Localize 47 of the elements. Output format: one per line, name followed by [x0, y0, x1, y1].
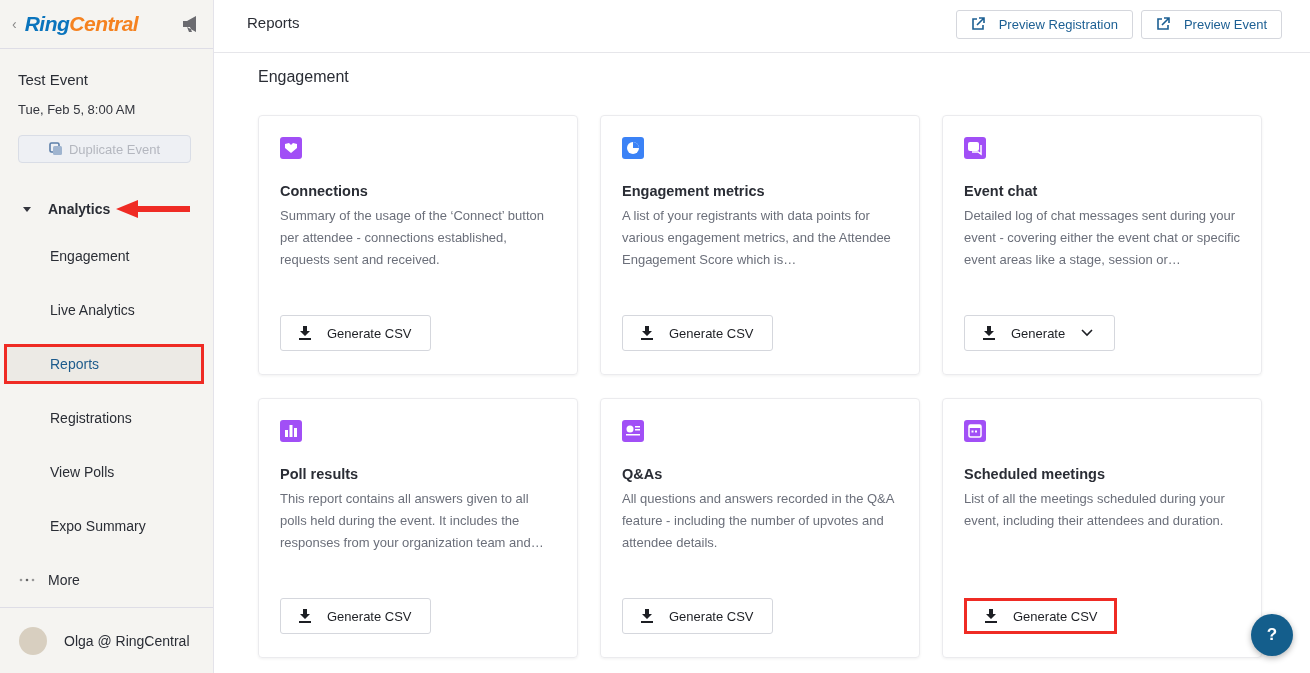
- nav-item[interactable]: Engagement: [4, 236, 204, 276]
- logo: RingCentral: [24, 12, 140, 36]
- page-title: Reports: [247, 13, 300, 31]
- event-title: Test Event: [18, 71, 90, 88]
- nav-item[interactable]: Live Analytics: [4, 290, 204, 330]
- more-item[interactable]: More: [48, 572, 80, 588]
- event-date: Tue, Feb 5, 8:00 AM: [18, 102, 137, 117]
- caret-icon[interactable]: [22, 205, 32, 213]
- more-icon[interactable]: [19, 578, 35, 582]
- card-title: Poll results: [280, 466, 360, 482]
- help-button[interactable]: ?: [1251, 614, 1293, 656]
- download-icon: [983, 326, 995, 340]
- card-description: List of all the meetings scheduled during your event, including their attendees and duration.: [964, 490, 1226, 530]
- external-link-icon: [970, 17, 985, 31]
- external-link-icon: [1155, 17, 1170, 31]
- chevron-down-icon: [1081, 329, 1094, 337]
- generate-button[interactable]: Generate CSV: [622, 315, 773, 351]
- download-icon: [641, 609, 653, 623]
- preview-button[interactable]: Preview Registration: [955, 9, 1133, 39]
- download-icon: [299, 609, 311, 623]
- card-description: A list of your registrants with data points for various engagement metrics, and the Attendee Engagement Score which is…: [622, 207, 892, 269]
- user-name[interactable]: Olga @ RingCentral: [64, 632, 190, 649]
- generate-button[interactable]: Generate CSV: [280, 315, 431, 351]
- preview-button[interactable]: Preview Event: [1140, 9, 1282, 39]
- generate-button[interactable]: Generate CSV: [964, 598, 1117, 634]
- card-description: This report contains all answers given to all polls held during the event. It includes the responses from your organization team and…: [280, 490, 545, 552]
- card-title: Connections: [280, 183, 369, 199]
- copy-icon: [48, 142, 63, 156]
- download-icon: [641, 326, 653, 340]
- card-description: Summary of the usage of the ‘Connect’ button per attendee - connections established, requests sent and received.: [280, 207, 545, 269]
- card-title: Q&As: [622, 466, 664, 482]
- nav-item[interactable]: Expo Summary: [4, 506, 204, 546]
- card-description: Detailed log of chat messages sent during your event - covering either the event chat or specific event areas like a stage, session or…: [964, 207, 1241, 269]
- analytics-section[interactable]: Analytics: [48, 201, 111, 217]
- generate-button[interactable]: Generate: [964, 315, 1115, 351]
- card-description: All questions and answers recorded in the Q&A feature - including the number of upvotes and attendee details.: [622, 490, 896, 552]
- generate-button[interactable]: Generate CSV: [280, 598, 431, 634]
- card-title: Engagement metrics: [622, 183, 766, 199]
- generate-button[interactable]: Generate CSV: [622, 598, 773, 634]
- download-icon: [985, 609, 997, 623]
- nav-item[interactable]: Reports: [4, 344, 204, 384]
- card-title: Event chat: [964, 183, 1039, 199]
- section-title: Engagement: [258, 68, 350, 87]
- download-icon: [299, 326, 311, 340]
- nav-item[interactable]: View Polls: [4, 452, 204, 492]
- card-title: Scheduled meetings: [964, 466, 1106, 482]
- nav-item[interactable]: Registrations: [4, 398, 204, 438]
